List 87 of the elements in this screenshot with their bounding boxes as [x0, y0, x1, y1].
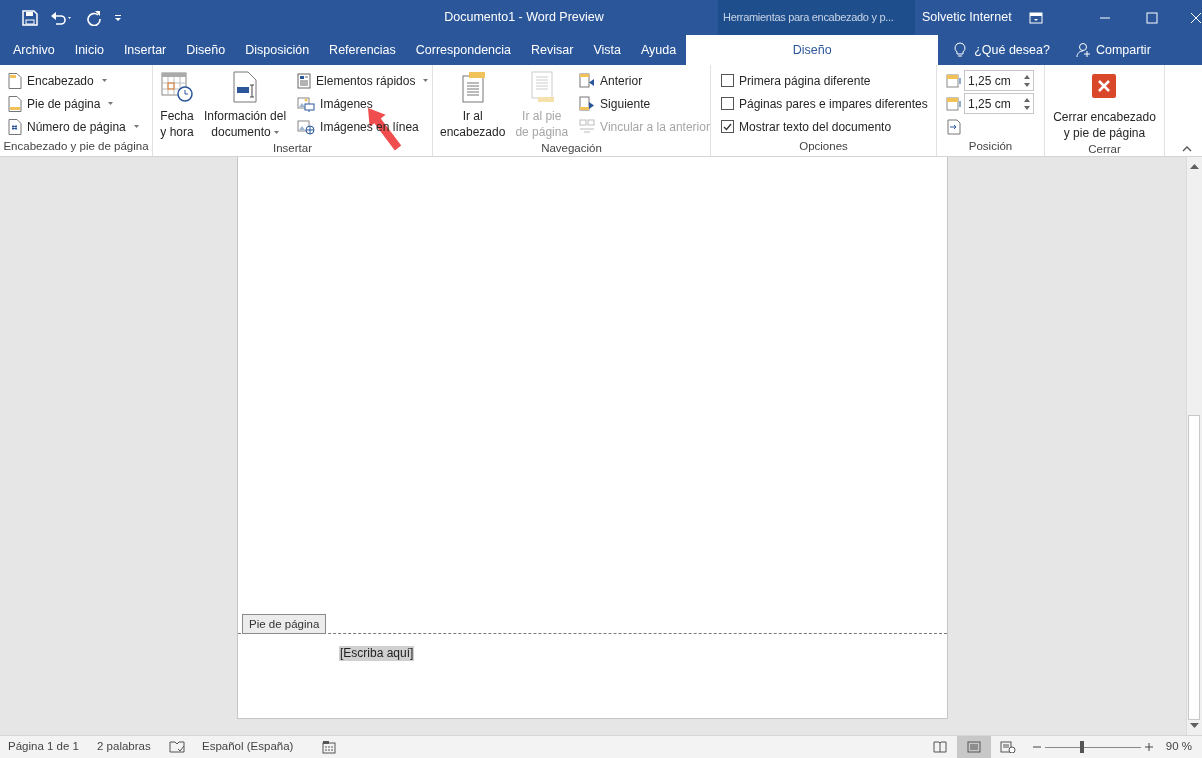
spin-arrows-icon	[1024, 96, 1030, 111]
checkbox-label[interactable]: Páginas pares e impares diferentes	[739, 94, 928, 113]
page-icon	[8, 72, 22, 89]
text-parts-icon	[297, 72, 312, 89]
person-icon[interactable]	[1075, 42, 1092, 58]
ribbon-button[interactable]: Elementos rápidos	[294, 69, 432, 92]
next-section-icon	[579, 95, 596, 112]
link-sections-icon	[579, 118, 596, 135]
group-label: Navegación	[541, 142, 602, 154]
margin-icon	[946, 96, 962, 111]
ribbon-button[interactable]: Pie de página	[5, 92, 142, 115]
ribbon-display-icon[interactable]	[1029, 11, 1043, 24]
view-button[interactable]	[956, 736, 991, 758]
ribbon-tab[interactable]: Correspondencia	[408, 35, 518, 65]
maximize-icon[interactable]	[1146, 11, 1158, 24]
close-header-icon	[1091, 73, 1118, 99]
ribbon-tab[interactable]: Ayuda	[633, 35, 684, 65]
checkbox-label[interactable]: Mostrar texto del documento	[739, 117, 892, 136]
insert-alignment-tab-icon[interactable]	[947, 118, 961, 135]
print-layout-icon	[966, 741, 981, 753]
margin-icon	[946, 73, 962, 88]
checkbox[interactable]	[721, 74, 734, 87]
ribbon-button[interactable]: Número de página	[5, 115, 142, 138]
zoom-in-icon[interactable]	[1144, 743, 1153, 751]
picture-globe-icon	[297, 118, 316, 135]
picture-monitor-icon	[297, 95, 316, 112]
ribbon-large-button[interactable]: Fecha y hora	[158, 69, 196, 140]
checkbox-label[interactable]: Primera página diferente	[739, 71, 871, 90]
lightbulb-icon[interactable]	[954, 42, 967, 58]
context-tab-label: Herramientas para encabezado y p...	[718, 0, 915, 35]
page-icon	[8, 118, 22, 135]
ribbon-button[interactable]: Anterior	[576, 69, 713, 92]
save-icon[interactable]	[22, 9, 38, 26]
ribbon-tab[interactable]: Archivo	[6, 35, 62, 65]
calendar-clock-icon	[160, 71, 194, 103]
macro-icon[interactable]	[322, 740, 336, 754]
window-title: Documento1 - Word Preview	[444, 10, 604, 25]
ribbon-tab[interactable]: Insertar	[116, 35, 174, 65]
scrollbar-thumb[interactable]	[1188, 415, 1200, 720]
document-page[interactable]: Pie de página [Escriba aquí]	[237, 157, 948, 719]
tell-me-link[interactable]: ¿Qué desea?	[974, 40, 1050, 60]
ribbon-tab[interactable]: Diseño	[179, 35, 233, 65]
close-icon[interactable]	[1190, 11, 1202, 24]
scroll-down-icon[interactable]	[1190, 723, 1199, 729]
spinner-field[interactable]: 1,25 cm	[964, 70, 1034, 91]
language-label[interactable]: Español (España)	[202, 738, 322, 756]
ribbon-large-button[interactable]: Cerrar encabezado y pie de página	[1051, 71, 1158, 141]
ribbon-tab[interactable]: Vista	[586, 35, 628, 65]
ribbon-tab[interactable]: Referencias	[322, 35, 403, 65]
share-button[interactable]: Compartir	[1095, 40, 1151, 60]
check-icon	[723, 122, 732, 131]
page-count[interactable]: Página 1 de 1	[8, 738, 97, 756]
ribbon-tab[interactable]: Diseño	[686, 35, 939, 65]
spinner-field[interactable]: 1,25 cm	[964, 93, 1034, 114]
footer-tab-label: Pie de página	[242, 614, 327, 634]
web-layout-icon	[999, 741, 1016, 753]
group-label: Posición	[968, 140, 1013, 152]
zoom-level[interactable]: 90 %	[1165, 738, 1192, 756]
checkbox[interactable]	[721, 120, 734, 133]
page-icon	[8, 95, 22, 112]
proofing-icon[interactable]	[169, 740, 185, 754]
ribbon-tab[interactable]: Inicio	[67, 35, 111, 65]
ribbon-button[interactable]: Siguiente	[576, 92, 713, 115]
footer-placeholder[interactable]: [Escriba aquí]	[339, 646, 415, 661]
user-name[interactable]: Solvetic Internet	[922, 8, 1022, 27]
group-label: Insertar	[273, 142, 312, 154]
read-mode-icon	[932, 741, 947, 753]
checkbox[interactable]	[721, 97, 734, 110]
scroll-up-icon[interactable]	[1190, 163, 1199, 169]
ribbon-large-button[interactable]: Ir al encabezado	[438, 69, 508, 140]
collapse-ribbon-icon[interactable]	[1182, 146, 1192, 152]
zoom-slider[interactable]	[1044, 741, 1141, 753]
word-count[interactable]: 2 palabras	[97, 738, 169, 756]
customize-icon[interactable]	[114, 13, 122, 22]
ribbon-button[interactable]: Imágenes	[294, 92, 432, 115]
redo-icon[interactable]	[86, 9, 102, 26]
spin-arrows-icon	[1024, 73, 1030, 88]
ribbon-tab[interactable]: Revisar	[524, 35, 581, 65]
document-info-icon	[230, 71, 260, 103]
ribbon-tab[interactable]: Disposición	[238, 35, 317, 65]
group-label: Opciones	[799, 140, 848, 152]
undo-icon[interactable]	[50, 9, 74, 26]
previous-section-icon	[579, 72, 596, 89]
ribbon-large-button[interactable]: Información del documento	[202, 69, 289, 140]
group-label: Cerrar	[1088, 143, 1121, 155]
group-label: Encabezado y pie de página	[3, 140, 149, 152]
ribbon-button[interactable]: Encabezado	[5, 69, 142, 92]
